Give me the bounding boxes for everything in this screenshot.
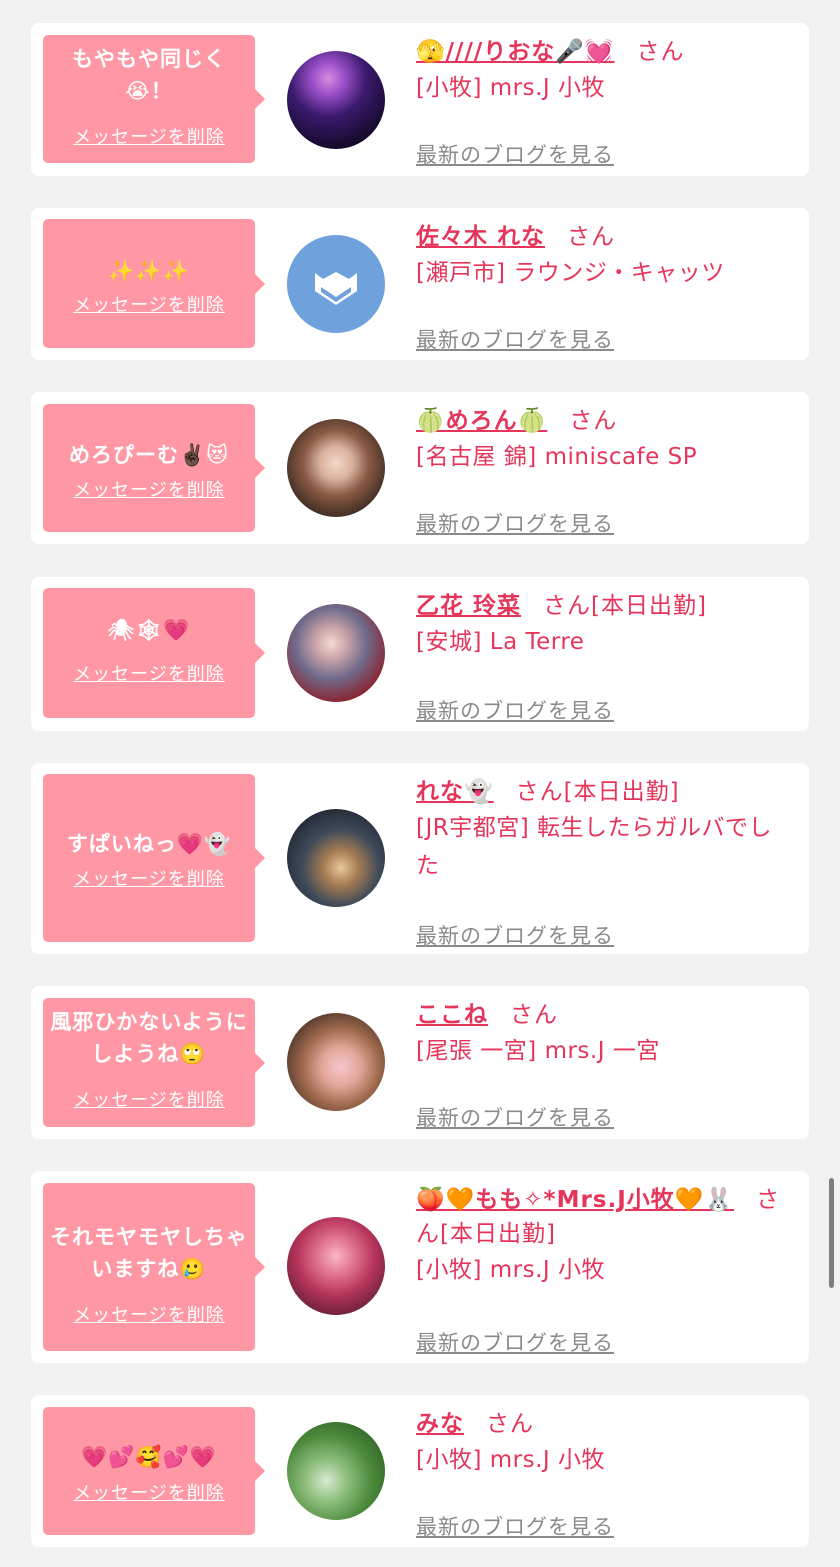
honorific: さん [569, 408, 618, 434]
delete-message-link[interactable]: メッセージを削除 [43, 664, 255, 686]
name-line: れな👻 さん[本日出勤] [416, 775, 795, 809]
default-avatar[interactable] [287, 235, 385, 333]
message-bubble: 🕷🕸💗 メッセージを削除 [43, 588, 265, 718]
view-blog-link[interactable]: 最新のブログを見る [416, 922, 614, 950]
cast-info: 🍑🧡もも✧*Mrs.J小牧🧡🐰 さん[本日出勤] [小牧] mrs.J 小牧 最新… [416, 1183, 795, 1355]
message-text: もやもや同じく😭！ [72, 47, 226, 103]
shop-name: [尾張 一宮] mrs.J 一宮 [416, 1038, 660, 1064]
name-line: みな さん [416, 1407, 795, 1441]
view-blog-link[interactable]: 最新のブログを見る [416, 326, 614, 354]
cast-info: ここね さん [尾張 一宮] mrs.J 一宮 最新のブログを見る [416, 998, 795, 1130]
message-card: ✨✨✨ メッセージを削除 佐々木 れな さん [瀬戸市] ラウンジ・キャッツ 最新… [31, 208, 809, 360]
attendance-status: [本日出勤] [591, 593, 707, 619]
message-card: すぱいねっ💗👻 メッセージを削除 れな👻 さん[本日出勤] [JR宇都宮] 転生し… [31, 763, 809, 954]
cast-info: みな さん [小牧] mrs.J 小牧 最新のブログを見る [416, 1407, 795, 1539]
cast-info: 🍈めろん🍈 さん [名古屋 錦] miniscafe SP 最新のブログを見る [416, 404, 795, 536]
cast-name-link[interactable]: 佐々木 れな [416, 224, 545, 250]
scrollbar[interactable] [829, 1178, 834, 1288]
cat-logo-icon [315, 272, 357, 305]
message-text: 🕷🕸💗 [107, 618, 191, 642]
view-blog-link[interactable]: 最新のブログを見る [416, 141, 614, 169]
message-bubble: 💗💕🥰💕💗 メッセージを削除 [43, 1407, 265, 1535]
view-blog-link[interactable]: 最新のブログを見る [416, 697, 614, 725]
shop-name: [安城] La Terre [416, 629, 585, 655]
message-text: めろぴーむ✌🏿😻 [68, 443, 230, 467]
message-bubble: それモヤモヤしちゃいますね🥲 メッセージを削除 [43, 1183, 265, 1351]
cast-name-link[interactable]: れな👻 [416, 779, 494, 805]
message-card: それモヤモヤしちゃいますね🥲 メッセージを削除 🍑🧡もも✧*Mrs.J小牧🧡🐰 さ… [31, 1171, 809, 1363]
view-blog-link[interactable]: 最新のブログを見る [416, 1329, 614, 1357]
honorific: さん [515, 779, 564, 805]
message-card: もやもや同じく😭！ メッセージを削除 🫣////りおな🎤💓 さん [小牧] mrs… [31, 23, 809, 176]
honorific: さん [510, 1002, 558, 1028]
delete-message-link[interactable]: メッセージを削除 [43, 869, 255, 891]
avatar[interactable] [287, 1422, 385, 1520]
shop-name: [小牧] mrs.J 小牧 [416, 75, 606, 101]
attendance-status: [本日出勤] [440, 1221, 556, 1247]
avatar[interactable] [287, 1013, 385, 1111]
message-list: もやもや同じく😭！ メッセージを削除 🫣////りおな🎤💓 さん [小牧] mrs… [0, 0, 840, 1567]
avatar[interactable] [287, 51, 385, 149]
cast-info: 佐々木 れな さん [瀬戸市] ラウンジ・キャッツ 最新のブログを見る [416, 220, 795, 352]
shop-name: [小牧] mrs.J 小牧 [416, 1447, 606, 1473]
shop-name: [JR宇都宮] 転生したらガルバでした [416, 815, 773, 879]
message-bubble: めろぴーむ✌🏿😻 メッセージを削除 [43, 404, 265, 532]
message-bubble: すぱいねっ💗👻 メッセージを削除 [43, 774, 265, 942]
cast-name-link[interactable]: 🫣////りおな🎤💓 [416, 39, 615, 65]
cast-name-link[interactable]: みな [416, 1411, 464, 1437]
name-line: ここね さん [416, 998, 795, 1032]
honorific: さん [567, 224, 616, 250]
message-bubble: ✨✨✨ メッセージを削除 [43, 219, 265, 348]
delete-message-link[interactable]: メッセージを削除 [43, 1305, 255, 1327]
name-line: 🫣////りおな🎤💓 さん [416, 35, 795, 69]
delete-message-link[interactable]: メッセージを削除 [43, 480, 255, 502]
message-bubble: もやもや同じく😭！ メッセージを削除 [43, 35, 265, 163]
message-card: 🕷🕸💗 メッセージを削除 乙花 玲菜 さん[本日出勤] [安城] La Terre… [31, 577, 809, 731]
view-blog-link[interactable]: 最新のブログを見る [416, 1104, 614, 1132]
cast-info: れな👻 さん[本日出勤] [JR宇都宮] 転生したらガルバでした 最新のブログを見… [416, 775, 795, 948]
shop-name: [名古屋 錦] miniscafe SP [416, 444, 698, 470]
message-bubble: 風邪ひかないようにしようね🙄 メッセージを削除 [43, 998, 265, 1127]
honorific: さん [636, 39, 685, 65]
name-line: 乙花 玲菜 さん[本日出勤] [416, 589, 795, 623]
avatar[interactable] [287, 809, 385, 907]
name-line: 佐々木 れな さん [416, 220, 795, 254]
shop-name: [小牧] mrs.J 小牧 [416, 1257, 606, 1283]
cast-info: 乙花 玲菜 さん[本日出勤] [安城] La Terre 最新のブログを見る [416, 589, 795, 723]
cast-name-link[interactable]: ここね [416, 1002, 488, 1028]
name-line: 🍑🧡もも✧*Mrs.J小牧🧡🐰 さん[本日出勤] [416, 1183, 795, 1251]
avatar[interactable] [287, 1217, 385, 1315]
avatar[interactable] [287, 604, 385, 702]
message-card: 💗💕🥰💕💗 メッセージを削除 みな さん [小牧] mrs.J 小牧 最新のブログ… [31, 1395, 809, 1547]
honorific: さん [543, 593, 592, 619]
shop-name: [瀬戸市] ラウンジ・キャッツ [416, 260, 725, 286]
message-text: 風邪ひかないようにしようね🙄 [50, 1010, 248, 1066]
name-line: 🍈めろん🍈 さん [416, 404, 795, 438]
message-card: 風邪ひかないようにしようね🙄 メッセージを削除 ここね さん [尾張 一宮] mr… [31, 986, 809, 1139]
delete-message-link[interactable]: メッセージを削除 [43, 1483, 255, 1505]
avatar[interactable] [287, 419, 385, 517]
delete-message-link[interactable]: メッセージを削除 [43, 127, 255, 149]
view-blog-link[interactable]: 最新のブログを見る [416, 510, 614, 538]
cast-name-link[interactable]: 🍈めろん🍈 [416, 408, 547, 434]
delete-message-link[interactable]: メッセージを削除 [43, 295, 255, 317]
message-card: めろぴーむ✌🏿😻 メッセージを削除 🍈めろん🍈 さん [名古屋 錦] minisc… [31, 392, 809, 544]
cast-info: 🫣////りおな🎤💓 さん [小牧] mrs.J 小牧 最新のブログを見る [416, 35, 795, 167]
cast-name-link[interactable]: 🍑🧡もも✧*Mrs.J小牧🧡🐰 [416, 1187, 734, 1213]
cast-name-link[interactable]: 乙花 玲菜 [416, 593, 521, 619]
message-text: それモヤモヤしちゃいますね🥲 [50, 1225, 248, 1281]
message-text: 💗💕🥰💕💗 [81, 1445, 217, 1469]
attendance-status: [本日出勤] [563, 779, 680, 805]
message-text: すぱいねっ💗👻 [66, 832, 232, 856]
view-blog-link[interactable]: 最新のブログを見る [416, 1513, 614, 1541]
delete-message-link[interactable]: メッセージを削除 [43, 1090, 255, 1112]
message-text: ✨✨✨ [108, 259, 190, 283]
honorific: さん [486, 1411, 534, 1437]
